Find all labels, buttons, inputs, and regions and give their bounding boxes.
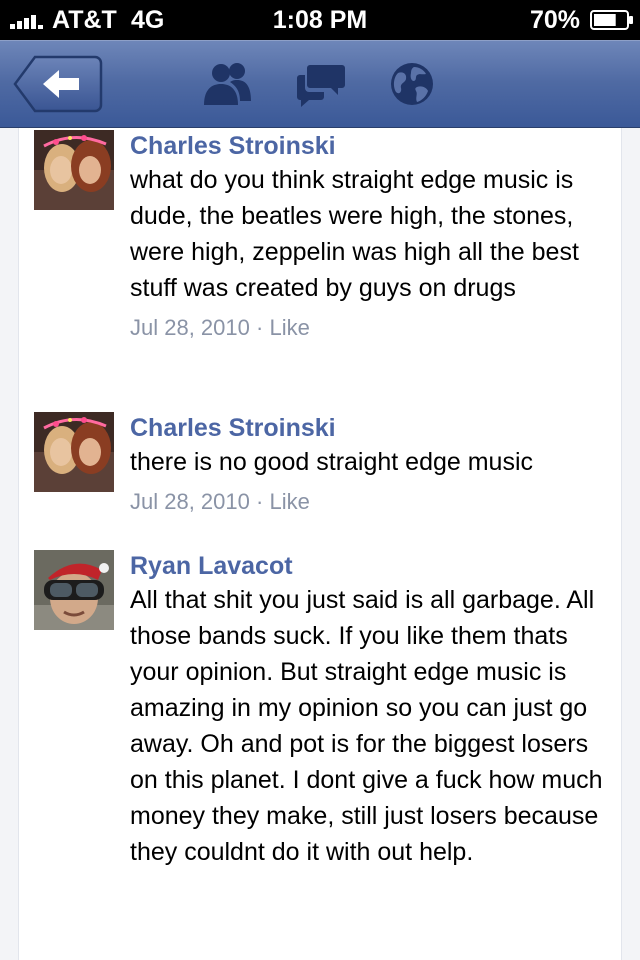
battery-icon xyxy=(590,10,633,30)
globe-icon[interactable] xyxy=(387,61,437,107)
comment-text: what do you think straight edge music is… xyxy=(130,166,579,302)
like-link[interactable]: Like xyxy=(269,315,309,340)
comment-author[interactable]: Charles Stroinski xyxy=(130,412,620,444)
comment-author[interactable]: Ryan Lavacot xyxy=(130,550,620,582)
comments-area[interactable]: Charles Stroinski what do you think stra… xyxy=(0,128,640,960)
comment-text: All that shit you just said is all garba… xyxy=(130,586,603,866)
friends-icon[interactable] xyxy=(202,61,252,107)
meta-separator: · xyxy=(256,315,264,340)
avatar[interactable] xyxy=(34,130,114,210)
comment-meta: Jul 28, 2010 · Like xyxy=(130,312,620,344)
status-bar: AT&T 4G 1:08 PM 70% xyxy=(0,0,640,40)
comment-body: Charles Stroinski there is no good strai… xyxy=(130,412,620,518)
comment-body: Charles Stroinski what do you think stra… xyxy=(130,130,620,344)
battery-percentage: 70% xyxy=(530,6,581,34)
comment-body: Ryan Lavacot All that shit you just said… xyxy=(130,550,620,870)
comment-text: there is no good straight edge music xyxy=(130,448,534,476)
avatar[interactable] xyxy=(34,412,114,492)
comment-date: Jul 28, 2010 xyxy=(130,489,250,514)
comment-author[interactable]: Charles Stroinski xyxy=(130,130,620,162)
battery-fill xyxy=(594,14,616,26)
comment-meta: Jul 28, 2010 · Like xyxy=(130,486,620,518)
avatar[interactable] xyxy=(34,550,114,630)
messages-icon[interactable] xyxy=(296,61,346,107)
like-link[interactable]: Like xyxy=(269,489,309,514)
comment-date: Jul 28, 2010 xyxy=(130,315,250,340)
nav-bar xyxy=(0,40,640,128)
back-button[interactable] xyxy=(13,55,103,113)
meta-separator: · xyxy=(256,489,264,514)
